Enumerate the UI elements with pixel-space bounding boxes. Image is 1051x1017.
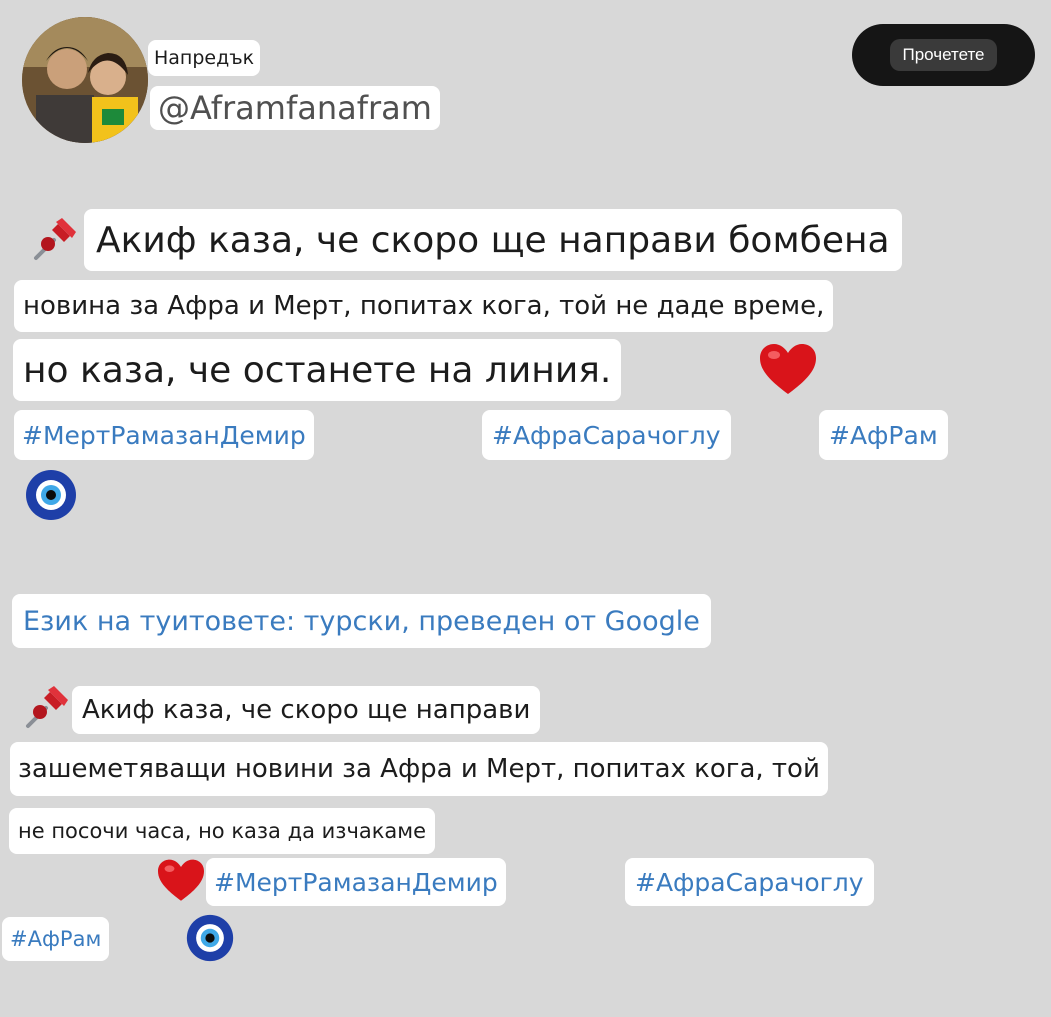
handle-chip[interactable]: @Aframfanafram [150,86,440,130]
status-label: Напредък [154,47,255,69]
translated-line-3: не посочи часа, но каза да изчакаме [9,808,436,854]
heart-icon [158,859,204,901]
user-handle[interactable]: @Aframfanafram [158,89,432,127]
hashtag-afram[interactable]: #АфРам [819,410,948,460]
translation-notice[interactable]: Език на туитовете: турски, преведен от G… [12,594,711,648]
avatar-photo [22,17,148,143]
translated-hashtag-mert[interactable]: #МертРамазанДемир [206,858,506,906]
translated-hashtag-afra[interactable]: #АфраСарачоглу [625,858,874,906]
translated-line-1: Акиф каза, че скоро ще направи [72,686,541,734]
evil-eye-icon [186,914,234,962]
heart-icon [760,344,816,394]
hashtag-afra[interactable]: #АфраСарачоглу [482,410,731,460]
post-line-2: новина за Афра и Мерт, попитах кога, той… [14,280,834,332]
hashtag-mert[interactable]: #МертРамазанДемир [14,410,314,460]
translated-hashtag-afram[interactable]: #АфРам [2,917,110,961]
evil-eye-icon [26,470,76,520]
read-button-label: Прочетете [890,39,997,71]
post-line-1: Акиф каза, че скоро ще направи бомбена [84,209,902,271]
translated-line-2: зашеметяващи новини за Афра и Мерт, попи… [10,742,828,796]
pushpin-icon [26,686,68,728]
status-label-chip: Напредък [148,40,261,76]
avatar[interactable] [22,17,148,143]
pushpin-icon [34,218,76,260]
post-line-3: но каза, че останете на линия. [13,339,622,401]
read-button[interactable]: Прочетете [852,24,1035,86]
